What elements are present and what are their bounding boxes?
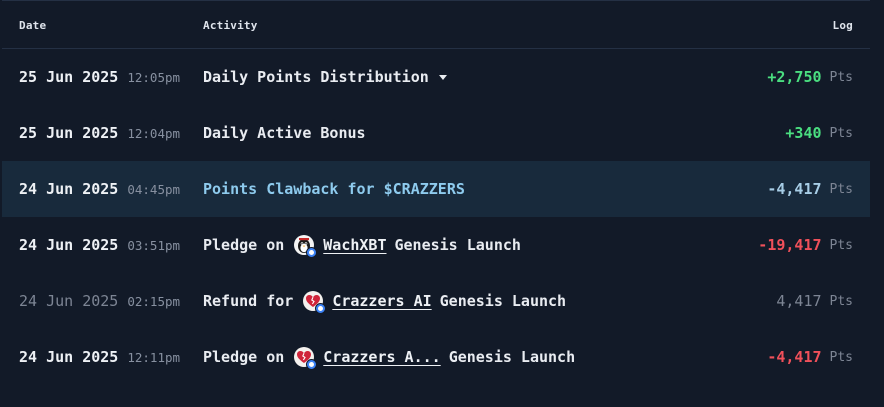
table-row: 24 Jun 2025 02:15pm Refund for Crazzers … bbox=[2, 273, 870, 329]
activity-link[interactable]: Points Clawback for $CRAZZERS bbox=[203, 180, 465, 198]
points-unit: Pts bbox=[829, 293, 853, 309]
table-header: Date Activity Log bbox=[2, 1, 870, 49]
penguin-avatar-icon bbox=[294, 235, 318, 258]
activity-suffix: Genesis Launch bbox=[448, 348, 576, 366]
date-cell: 24 Jun 2025 12:11pm bbox=[19, 329, 180, 385]
activity-cell: Refund for Crazzers AI Genesis Launch bbox=[203, 273, 566, 329]
points-amount: 4,417 bbox=[776, 292, 822, 310]
activity-label: Daily Active Bonus bbox=[203, 124, 366, 142]
points-activity-table: Date Activity Log 25 Jun 2025 12:05pm Da… bbox=[2, 0, 870, 407]
broken-heart-avatar-icon bbox=[303, 291, 327, 314]
row-date: 25 Jun 2025 bbox=[19, 124, 119, 142]
points-amount: +2,750 bbox=[767, 68, 822, 86]
activity-cell: Pledge on WachXBT Genesis Launch bbox=[203, 217, 521, 273]
token-link-wachxbt[interactable]: WachXBT bbox=[323, 236, 386, 254]
date-cell: 25 Jun 2025 12:05pm bbox=[19, 49, 180, 105]
log-cell: +340 Pts bbox=[785, 105, 853, 161]
activity-prefix: Pledge on bbox=[203, 348, 285, 366]
log-cell: -4,417 Pts bbox=[767, 329, 853, 385]
header-date: Date bbox=[19, 19, 47, 32]
log-cell: +2,750 Pts bbox=[767, 49, 853, 105]
activity-suffix: Genesis Launch bbox=[394, 236, 521, 254]
points-unit: Pts bbox=[829, 349, 853, 365]
row-time: 03:51pm bbox=[127, 237, 181, 253]
row-date: 24 Jun 2025 bbox=[19, 348, 119, 366]
row-date: 24 Jun 2025 bbox=[19, 292, 119, 310]
points-amount: -4,417 bbox=[767, 348, 822, 366]
date-cell: 24 Jun 2025 04:45pm bbox=[19, 161, 180, 217]
row-time: 12:05pm bbox=[127, 69, 181, 85]
table-row: 25 Jun 2025 12:05pm Daily Points Distrib… bbox=[2, 49, 870, 105]
activity-cell[interactable]: Daily Points Distribution bbox=[203, 49, 447, 105]
table-row: 24 Jun 2025 12:11pm Pledge on Crazzers A… bbox=[2, 329, 870, 385]
table-row-highlighted[interactable]: 24 Jun 2025 04:45pm Points Clawback for … bbox=[2, 161, 870, 217]
verified-badge-icon bbox=[306, 247, 318, 258]
date-cell: 24 Jun 2025 02:15pm bbox=[19, 273, 180, 329]
verified-badge-icon bbox=[306, 359, 318, 370]
header-log: Log bbox=[832, 19, 853, 32]
row-time: 12:11pm bbox=[127, 349, 181, 365]
activity-cell: Daily Active Bonus bbox=[203, 105, 366, 161]
broken-heart-avatar-icon bbox=[294, 347, 318, 370]
row-time: 04:45pm bbox=[127, 181, 181, 197]
activity-label: Daily Points Distribution bbox=[203, 68, 429, 86]
activity-prefix: Pledge on bbox=[203, 236, 285, 254]
table-row: 25 Jun 2025 12:04pm Daily Active Bonus +… bbox=[2, 105, 870, 161]
points-amount: -19,417 bbox=[758, 236, 822, 254]
activity-cell[interactable]: Points Clawback for $CRAZZERS bbox=[203, 161, 465, 217]
points-unit: Pts bbox=[829, 69, 853, 85]
chevron-down-icon[interactable] bbox=[438, 74, 447, 80]
activity-prefix: Refund for bbox=[203, 292, 294, 310]
token-link-crazzers-ai[interactable]: Crazzers AI bbox=[332, 292, 431, 310]
row-time: 02:15pm bbox=[127, 293, 181, 309]
points-unit: Pts bbox=[829, 237, 853, 253]
date-cell: 25 Jun 2025 12:04pm bbox=[19, 105, 180, 161]
points-amount: -4,417 bbox=[767, 180, 822, 198]
log-cell: -4,417 Pts bbox=[767, 161, 853, 217]
log-cell: -19,417 Pts bbox=[758, 217, 853, 273]
log-cell: 4,417 Pts bbox=[776, 273, 853, 329]
row-time: 12:04pm bbox=[127, 125, 181, 141]
row-date: 24 Jun 2025 bbox=[19, 180, 119, 198]
token-link-crazzers-ai-truncated[interactable]: Crazzers A... bbox=[323, 348, 440, 366]
activity-suffix: Genesis Launch bbox=[439, 292, 567, 310]
points-amount: +340 bbox=[785, 124, 822, 142]
row-date: 25 Jun 2025 bbox=[19, 68, 119, 86]
header-activity: Activity bbox=[203, 19, 258, 32]
table-row: 24 Jun 2025 03:51pm Pledge on WachXBT Ge… bbox=[2, 217, 870, 273]
verified-badge-icon bbox=[315, 303, 327, 314]
date-cell: 24 Jun 2025 03:51pm bbox=[19, 217, 180, 273]
row-date: 24 Jun 2025 bbox=[19, 236, 119, 254]
points-unit: Pts bbox=[829, 125, 853, 141]
points-unit: Pts bbox=[829, 181, 853, 197]
activity-cell: Pledge on Crazzers A... Genesis Launch bbox=[203, 329, 575, 385]
